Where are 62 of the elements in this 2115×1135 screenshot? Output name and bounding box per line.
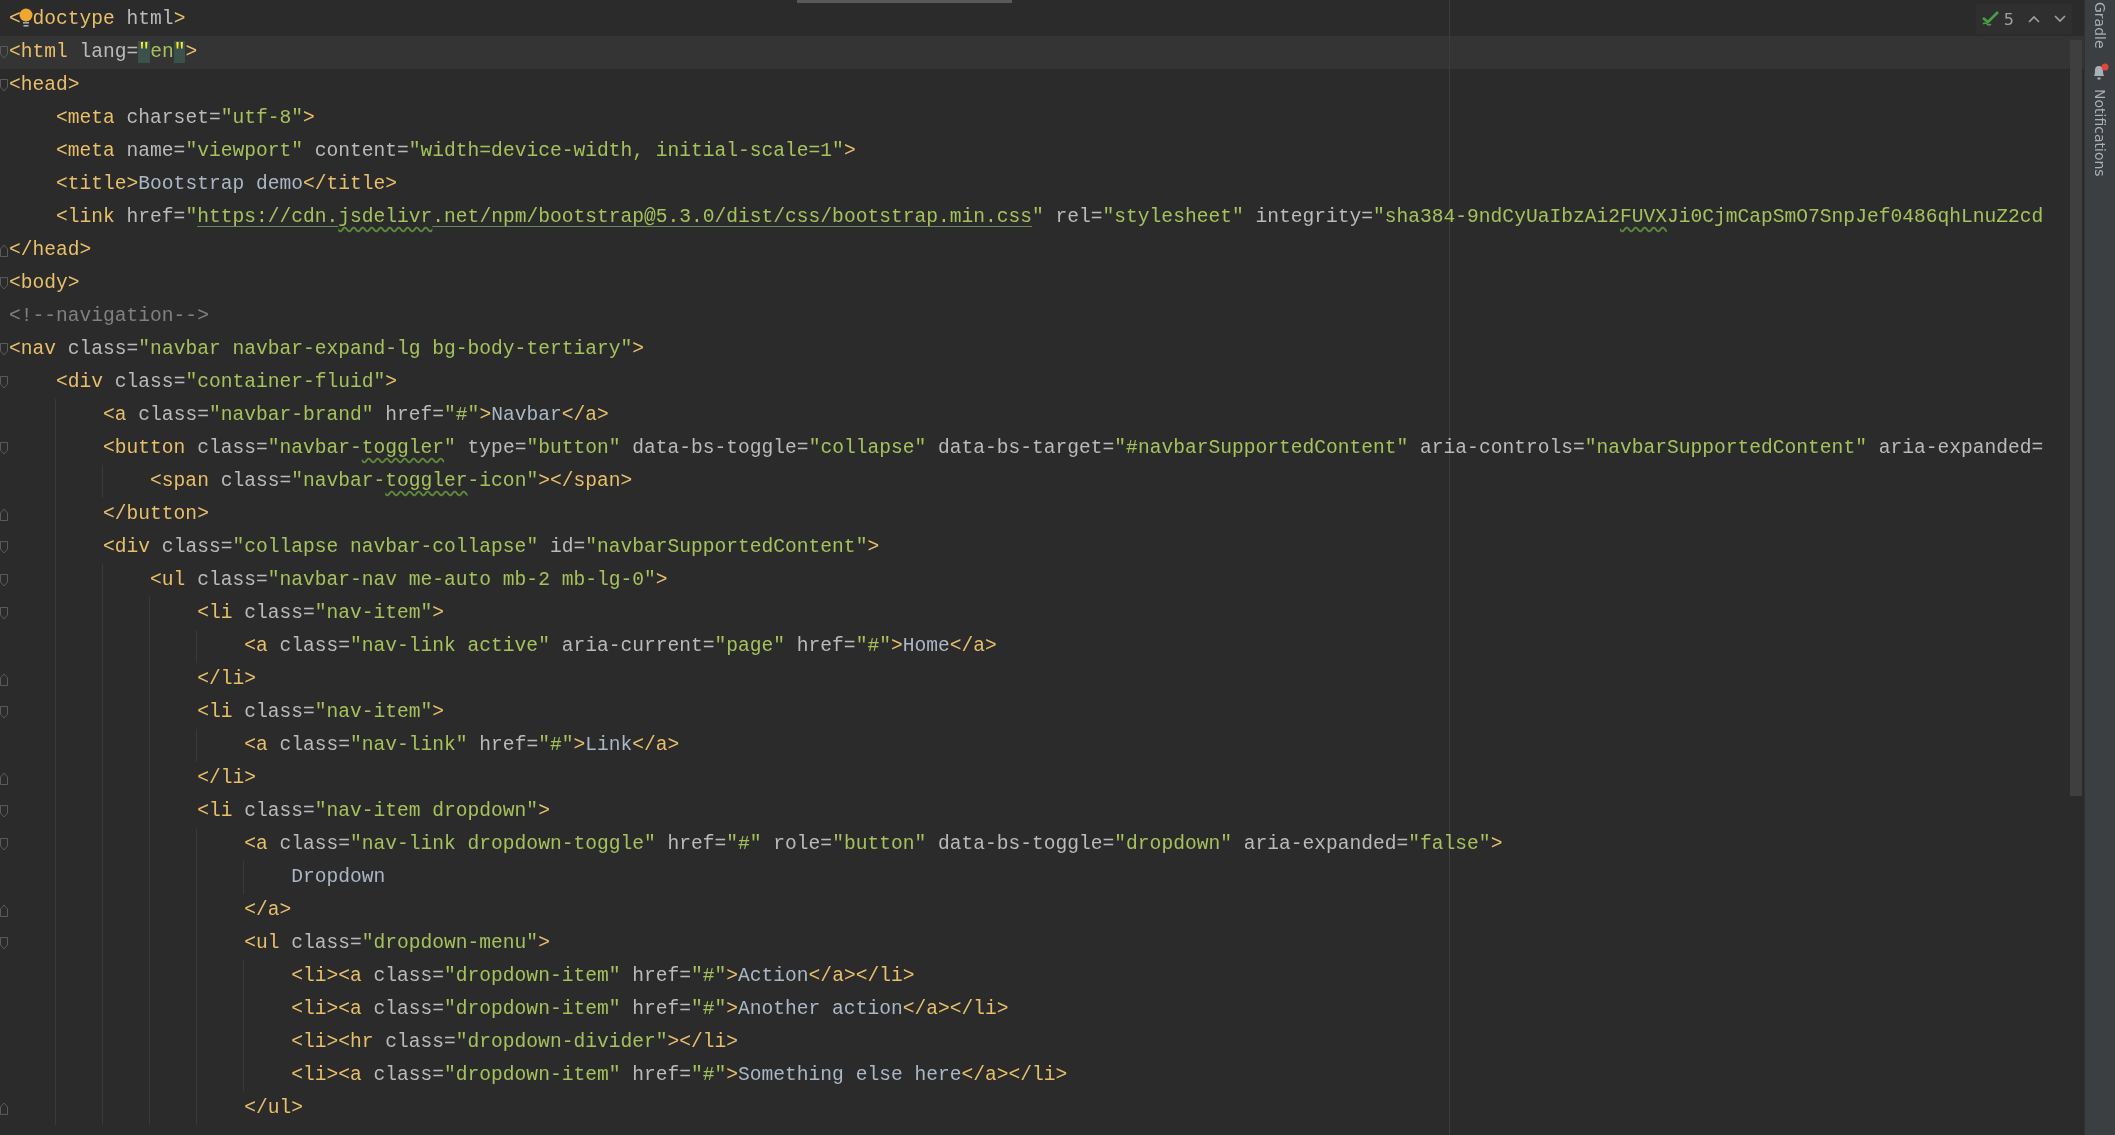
code-line: </li> [197, 766, 256, 791]
code-line: <a class="nav-link" href="#">Link</a> [244, 733, 680, 758]
fold-marker-icon[interactable] [0, 838, 8, 851]
code-line: <li class="nav-item dropdown"> [197, 799, 550, 824]
tool-window-tab[interactable]: Notifications [2092, 88, 2108, 177]
code-line: <div class="collapse navbar-collapse" id="navbarSupportedContent"> [103, 535, 880, 560]
bell-icon[interactable] [2091, 62, 2109, 81]
problem-count: 5 [2003, 9, 2014, 29]
code-line: <head> [9, 73, 80, 98]
fold-marker-icon[interactable] [0, 46, 8, 59]
code-line: </ul> [244, 1096, 303, 1121]
fold-marker-icon[interactable] [0, 376, 8, 389]
code-line: <li><a class="dropdown-item" href="#">Something else here</a></li> [291, 1063, 1068, 1088]
fold-marker-icon[interactable] [0, 244, 8, 257]
code-line: <meta charset="utf-8"> [56, 106, 315, 131]
fold-marker-icon[interactable] [0, 607, 8, 620]
code-line: <li><a class="dropdown-item" href="#">Action</a></li> [291, 964, 915, 989]
fold-marker-icon[interactable] [0, 79, 8, 92]
fold-marker-icon[interactable] [0, 541, 8, 554]
code-line: <li><a class="dropdown-item" href="#">Another action</a></li> [291, 997, 1009, 1022]
chevron-down-icon[interactable] [2054, 15, 2066, 23]
code-line: <li class="nav-item"> [197, 601, 445, 626]
code-line: <span class="navbar-toggler-icon"></span> [150, 469, 633, 494]
code-line: </button> [103, 502, 209, 527]
code-line: <nav class="navbar navbar-expand-lg bg-body-tertiary"> [9, 337, 644, 362]
fold-marker-icon[interactable] [0, 805, 8, 818]
code-line: </li> [197, 667, 256, 692]
code-line: < doctype html> [9, 7, 186, 32]
code-line: <li class="nav-item"> [197, 700, 445, 725]
lightbulb-icon[interactable] [18, 8, 33, 28]
code-line: <li><hr class="dropdown-divider"></li> [291, 1030, 739, 1055]
code-line: <a class="nav-link active" aria-current="page" href="#">Home</a> [244, 634, 997, 659]
code-line: <link href="https://cdn.jsdelivr.net/npm/bootstrap@5.3.0/dist/css/bootstrap.min.css" rel="stylesheet" integrity="sha384-9ndCyUaIbzAi2FUVXJi0CjmCapSmO7SnpJef0486qhLnuZ2cd [56, 205, 2044, 230]
code-line: </a> [244, 898, 292, 923]
chevron-up-icon[interactable] [2028, 15, 2040, 23]
code-line: <meta name="viewport" content="width=device-width, initial-scale=1"> [56, 139, 856, 164]
code-line: <ul class="dropdown-menu"> [244, 931, 550, 956]
code-line: </head> [9, 238, 92, 263]
fold-marker-icon[interactable] [0, 706, 8, 719]
fold-marker-icon[interactable] [0, 673, 8, 686]
fold-marker-icon[interactable] [0, 343, 8, 356]
code-line: <!--navigation--> [9, 304, 209, 329]
fold-marker-icon[interactable] [0, 508, 8, 521]
code-line: <button class="navbar-toggler" type="button" data-bs-toggle="collapse" data-bs-target="#navbarSupportedContent" aria-controls="navbarSupportedContent" aria-expanded= [103, 436, 2044, 461]
fold-marker-icon[interactable] [0, 574, 8, 587]
code-line: <ul class="navbar-nav me-auto mb-2 mb-lg-0"> [150, 568, 668, 593]
code-line: <a class="navbar-brand" href="#">Navbar</a> [103, 403, 609, 428]
fold-marker-icon[interactable] [0, 772, 8, 785]
check-icon[interactable] [1981, 11, 2000, 27]
fold-marker-icon[interactable] [0, 277, 8, 290]
fold-marker-icon[interactable] [0, 1102, 8, 1115]
tab-scroll-thumb[interactable] [797, 0, 1012, 3]
code-line: <a class="nav-link dropdown-toggle" href="#" role="button" data-bs-toggle="dropdown" aria-expanded="false"> [244, 832, 1503, 857]
tool-window-tab[interactable]: Gradle [2092, 2, 2108, 49]
fold-marker-icon[interactable] [0, 904, 8, 917]
fold-marker-icon[interactable] [0, 442, 8, 455]
code-line: <body> [9, 271, 80, 296]
code-line: <title>Bootstrap demo</title> [56, 172, 398, 197]
code-line: <html lang="en"> [9, 40, 198, 65]
fold-marker-icon[interactable] [0, 937, 8, 950]
code-line: Dropdown [291, 865, 386, 890]
code-line: <div class="container-fluid"> [56, 370, 398, 395]
